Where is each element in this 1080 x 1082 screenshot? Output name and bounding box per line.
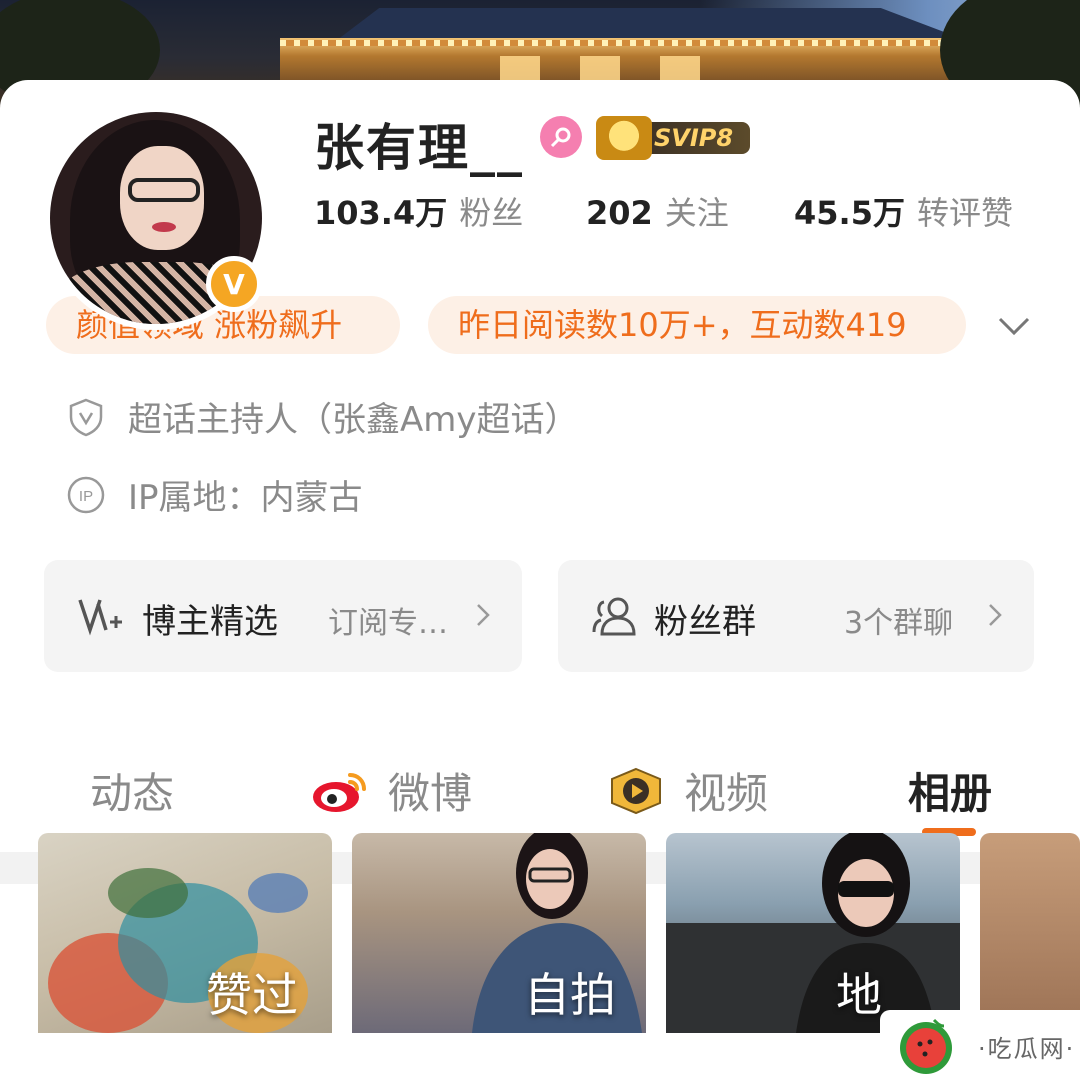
watermark-text: ·吃瓜网· [978, 1034, 1076, 1063]
chevron-right-icon [989, 604, 1002, 626]
avatar-lips [152, 222, 176, 232]
location-photo [666, 833, 960, 1033]
ip-icon: IP [67, 476, 105, 513]
featured-title: 博主精选 [142, 602, 278, 642]
featured-sub: 订阅专… [328, 606, 448, 641]
svip-label: SVIP8 [636, 122, 750, 154]
profile-tabs: 动态 微博 视频 相册 [0, 730, 1080, 840]
album-caption: 赞过 [206, 968, 298, 1022]
tab-label: 微博 [388, 769, 473, 818]
chevron-right-icon [477, 604, 490, 626]
username: 张有理__ [314, 119, 524, 177]
group-icon [592, 597, 636, 636]
svg-text:IP: IP [79, 488, 93, 505]
ip-location-row: IP IP属地：内蒙古 [66, 470, 363, 519]
stat-interactions[interactable]: 45.5万 转评赞 [794, 188, 1013, 234]
stat-label: 关注 [664, 194, 729, 232]
crown-icon [596, 116, 652, 160]
stat-followers[interactable]: 103.4万 粉丝 [314, 188, 523, 234]
tab-album[interactable]: 相册 [908, 760, 992, 821]
super-host-text: 超话主持人（张鑫Amy超话） [128, 400, 579, 440]
stat-value: 45.5万 [794, 194, 905, 232]
svip-badge[interactable]: SVIP8 [596, 116, 752, 160]
ip-location-text: IP属地：内蒙古 [128, 478, 363, 518]
super-host-row[interactable]: 超话主持人（张鑫Amy超话） [66, 392, 579, 441]
stat-value: 103.4万 [314, 194, 448, 232]
stat-following[interactable]: 202 关注 [586, 188, 729, 234]
female-icon-glyph [550, 127, 571, 148]
female-icon [540, 116, 582, 158]
album-thumb-liked[interactable]: 赞过 [38, 833, 332, 1033]
stat-label: 粉丝 [459, 194, 524, 232]
verified-badge-icon[interactable]: V [206, 256, 262, 312]
video-icon [611, 767, 661, 814]
tab-label: 动态 [90, 769, 175, 818]
tab-label: 视频 [684, 769, 769, 818]
album-caption: 自拍 [524, 968, 616, 1022]
weibo-icon [313, 772, 366, 812]
fan-group-title: 粉丝群 [654, 602, 756, 642]
cover-lights [280, 40, 960, 46]
v-plus-icon [78, 599, 122, 636]
album-thumb-more[interactable] [980, 833, 1080, 1033]
album-thumb-selfie[interactable]: 自拍 [352, 833, 646, 1033]
tag-chip-reads[interactable]: 昨日阅读数10万+，互动数419 [428, 296, 966, 354]
watermark: ·吃瓜网· [880, 1010, 1080, 1082]
tab-label: 相册 [908, 769, 993, 818]
tab-weibo[interactable]: 微博 [310, 760, 472, 821]
tab-video[interactable]: 视频 [606, 760, 768, 821]
shield-icon [69, 398, 103, 436]
album-caption: 地 [836, 968, 882, 1022]
chevron-down-icon[interactable] [996, 308, 1032, 344]
fan-group-sub: 3个群聊 [844, 606, 954, 641]
stat-value: 202 [586, 194, 653, 232]
stat-label: 转评赞 [916, 194, 1013, 232]
featured-panel[interactable]: 博主精选 订阅专… [44, 560, 522, 672]
avatar-glasses [128, 178, 200, 202]
album-thumb-location[interactable]: 地 [666, 833, 960, 1033]
tab-feed[interactable]: 动态 [90, 760, 174, 821]
cover-roof [339, 8, 960, 38]
fan-group-panel[interactable]: 粉丝群 3个群聊 [558, 560, 1034, 672]
watermelon-logo-icon [900, 1018, 952, 1074]
